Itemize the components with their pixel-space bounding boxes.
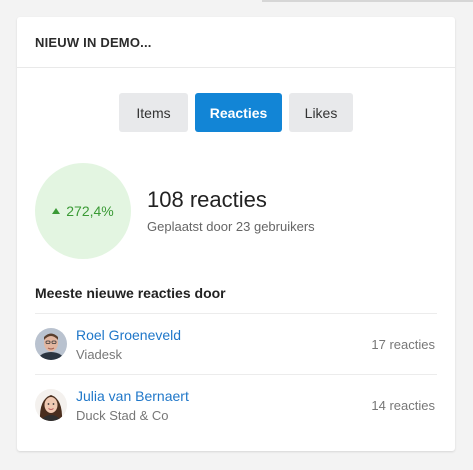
- reaction-users: Geplaatst door 23 gebruikers: [147, 219, 315, 234]
- trend-up-icon: [52, 207, 61, 214]
- widget-title: NIEUW IN DEMO...: [35, 34, 152, 50]
- section-title: Meeste nieuwe reacties door: [35, 285, 226, 301]
- avatar[interactable]: [35, 389, 67, 421]
- person-info: Roel Groeneveld Viadesk: [76, 327, 181, 362]
- tab-group: Items Reacties Likes: [17, 93, 455, 132]
- person-info: Julia van Bernaert Duck Stad & Co: [76, 388, 189, 423]
- person-name-link[interactable]: Roel Groeneveld: [76, 327, 181, 343]
- top-commenters-list: Roel Groeneveld Viadesk 17 reacties Juli…: [35, 313, 437, 435]
- tab-items[interactable]: Items: [119, 93, 188, 132]
- reaction-count: 108 reacties: [147, 187, 267, 212]
- top-divider: [262, 0, 473, 2]
- tab-likes[interactable]: Likes: [289, 93, 353, 132]
- growth-badge: 272,4%: [35, 163, 131, 259]
- new-in-demo-widget: NIEUW IN DEMO... Items Reacties Likes 27…: [17, 17, 455, 451]
- person-organization: Viadesk: [76, 346, 123, 362]
- person-name-link[interactable]: Julia van Bernaert: [76, 388, 189, 404]
- person-organization: Duck Stad & Co: [76, 407, 169, 423]
- list-item: Roel Groeneveld Viadesk 17 reacties: [35, 313, 437, 374]
- widget-header: NIEUW IN DEMO...: [17, 17, 455, 68]
- reaction-count-label: 14 reacties: [371, 397, 435, 413]
- avatar[interactable]: [35, 328, 67, 360]
- growth-percent: 272,4%: [66, 203, 114, 219]
- reaction-count-label: 17 reacties: [371, 336, 435, 352]
- list-item: Julia van Bernaert Duck Stad & Co 14 rea…: [35, 374, 437, 435]
- tab-reacties[interactable]: Reacties: [195, 93, 282, 132]
